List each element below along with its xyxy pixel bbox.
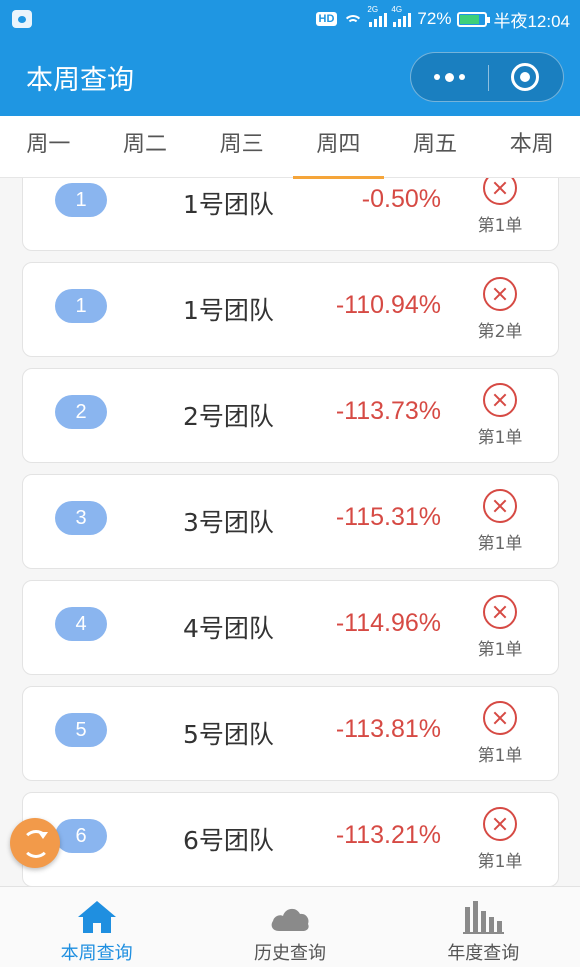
nav-label: 历史查询	[253, 943, 326, 964]
team-row[interactable]: 1 1号团队 -110.94% 第2单	[22, 262, 559, 357]
percentage-value: -113.81%	[335, 715, 441, 743]
rank-badge: 5	[55, 713, 107, 747]
page-title: 本周查询	[26, 65, 134, 96]
rank-badge: 1	[55, 183, 107, 217]
tab-5[interactable]: 本周	[483, 116, 580, 177]
day-tabs: 周一 周二 周三 周四 周五 本周	[0, 116, 580, 179]
team-row[interactable]: 6 6号团队 -113.21% 第1单	[22, 792, 559, 886]
order-label: 第1单	[477, 216, 523, 236]
tab-4[interactable]: 周五	[387, 116, 484, 177]
team-name: 4号团队	[183, 614, 274, 643]
rank-badge: 1	[55, 289, 107, 323]
team-row[interactable]: 2 2号团队 -113.73% 第1单	[22, 368, 559, 463]
nav-label: 本周查询	[60, 943, 133, 964]
signal-icon-2: 4G	[391, 5, 412, 27]
more-menu-button[interactable]	[411, 53, 487, 101]
order-label: 第1单	[477, 640, 523, 660]
team-name: 1号团队	[183, 190, 274, 219]
battery-percent: 72%	[417, 9, 452, 28]
close-circle-icon[interactable]	[483, 595, 517, 629]
close-circle-icon[interactable]	[483, 489, 517, 523]
network-type-2: 4G	[391, 5, 403, 14]
nav-history[interactable]: 历史查询	[193, 887, 386, 967]
nav-weekly[interactable]: 本周查询	[0, 887, 193, 967]
cloud-icon	[271, 908, 309, 931]
close-circle-icon[interactable]	[483, 701, 517, 735]
home-icon	[77, 901, 116, 933]
bar-chart-icon	[463, 901, 505, 934]
order-label: 第1单	[477, 428, 523, 448]
order-label: 第2单	[477, 322, 523, 342]
tab-1[interactable]: 周二	[97, 116, 194, 177]
battery-icon	[457, 11, 491, 27]
tab-2[interactable]: 周三	[193, 116, 290, 177]
rank-badge: 4	[55, 607, 107, 641]
team-row[interactable]: 1 1号团队 -0.50% 第1单	[22, 178, 559, 251]
rank-badge: 3	[55, 501, 107, 535]
status-bar: HD 2G 4G 72% 半夜12:04	[0, 0, 580, 40]
team-ranking-list: 1 1号团队 -0.50% 第1单 1 1号团队 -110.94% 第2单 2 2号团队 -113.…	[0, 178, 580, 886]
target-icon	[511, 63, 539, 91]
wifi-icon	[343, 11, 364, 27]
percentage-value: -114.96%	[335, 609, 441, 637]
nav-label: 年度查询	[447, 943, 520, 964]
order-label: 第1单	[477, 534, 523, 554]
percentage-value: -113.21%	[335, 821, 441, 849]
team-name: 1号团队	[183, 296, 274, 325]
percentage-value: -0.50%	[361, 185, 441, 213]
order-label: 第1单	[477, 852, 523, 872]
app-notification-icon	[12, 10, 32, 28]
order-label: 第1单	[477, 746, 523, 766]
refresh-button[interactable]	[10, 818, 60, 868]
close-circle-icon[interactable]	[483, 383, 517, 417]
percentage-value: -115.31%	[335, 503, 441, 531]
team-name: 2号团队	[183, 402, 274, 431]
mini-program-capsule	[410, 52, 564, 102]
team-name: 5号团队	[183, 720, 274, 749]
status-icons: HD 2G 4G 72% 半夜12:04	[315, 5, 570, 31]
team-name: 3号团队	[183, 508, 274, 537]
close-circle-icon[interactable]	[483, 807, 517, 841]
close-mini-program-button[interactable]	[487, 53, 563, 101]
network-type-1: 2G	[367, 5, 379, 14]
app-header: 本周查询	[0, 40, 580, 116]
bottom-navigation: 本周查询 历史查询 年度查询	[0, 886, 580, 967]
tab-3[interactable]: 周四	[290, 116, 387, 179]
tab-0[interactable]: 周一	[0, 116, 97, 177]
percentage-value: -113.73%	[335, 397, 441, 425]
team-row[interactable]: 5 5号团队 -113.81% 第1单	[22, 686, 559, 781]
nav-annual[interactable]: 年度查询	[387, 887, 580, 967]
team-name: 6号团队	[183, 826, 274, 855]
percentage-value: -110.94%	[335, 291, 441, 319]
hd-badge: HD	[315, 12, 338, 26]
close-circle-icon[interactable]	[483, 277, 517, 311]
team-row[interactable]: 4 4号团队 -114.96% 第1单	[22, 580, 559, 675]
clock: 半夜12:04	[493, 11, 570, 31]
close-circle-icon[interactable]	[483, 178, 517, 205]
team-row[interactable]: 3 3号团队 -115.31% 第1单	[22, 474, 559, 569]
rank-badge: 6	[55, 819, 107, 853]
rank-badge: 2	[55, 395, 107, 429]
signal-icon-1: 2G	[367, 5, 388, 27]
